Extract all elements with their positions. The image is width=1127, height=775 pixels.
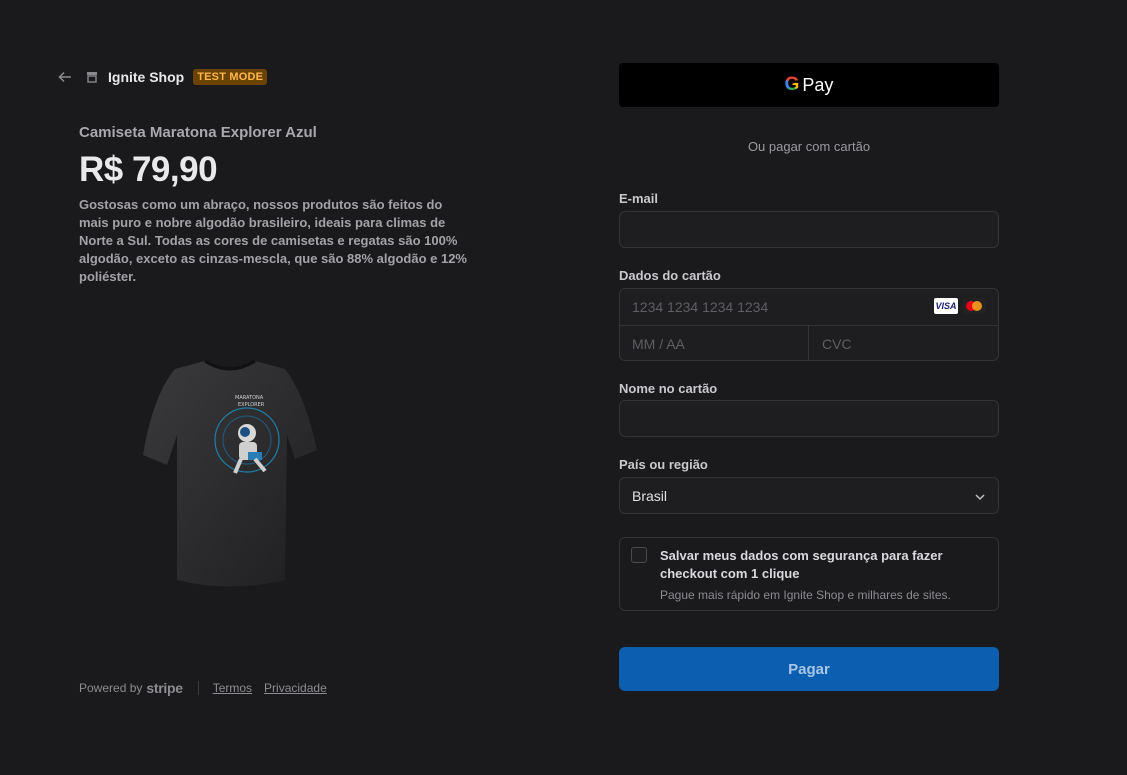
product-name: Camiseta Maratona Explorer Azul xyxy=(79,124,317,141)
save-info-title: Salvar meus dados com segurança para faz… xyxy=(660,548,943,581)
name-on-card-label: Nome no cartão xyxy=(619,381,718,396)
country-label: País ou região xyxy=(619,457,708,472)
google-pay-button[interactable]: G Pay xyxy=(619,63,999,107)
product-price: R$ 79,90 xyxy=(79,150,218,189)
t-shirt-image: MARATONA EXPLORER xyxy=(135,355,325,590)
or-pay-with-card: Ou pagar com cartão xyxy=(747,139,871,154)
privacy-link[interactable]: Privacidade xyxy=(264,681,327,695)
checkout-header: Ignite Shop TEST MODE xyxy=(58,66,268,88)
card-details-label: Dados do cartão xyxy=(619,268,721,283)
card-brands: VISA xyxy=(934,298,986,314)
email-label: E-mail xyxy=(619,191,659,206)
country-value: Brasil xyxy=(632,487,668,504)
save-info-checkbox[interactable] xyxy=(631,547,647,563)
footer: Powered by stripe Termos Privacidade xyxy=(79,680,339,696)
powered-by-label: Powered by xyxy=(79,681,143,695)
name-on-card-field[interactable] xyxy=(619,400,999,437)
card-cvc-field[interactable]: CVC xyxy=(810,326,998,361)
stripe-logo: stripe xyxy=(146,680,183,696)
card-cvc-placeholder: CVC xyxy=(822,335,852,352)
save-info-box: Salvar meus dados com segurança para faz… xyxy=(619,537,999,611)
product-description: Gostosas como um abraço, nossos produtos… xyxy=(79,197,467,284)
pay-button[interactable]: Pagar xyxy=(619,647,999,691)
svg-text:MARATONA: MARATONA xyxy=(235,395,264,401)
card-number-placeholder: 1234 1234 1234 1234 xyxy=(632,299,769,315)
back-arrow-icon[interactable] xyxy=(58,71,72,83)
card-expiry-placeholder: MM / AA xyxy=(632,335,685,352)
svg-text:EXPLORER: EXPLORER xyxy=(238,402,265,408)
card-expiry-field[interactable]: MM / AA xyxy=(620,326,809,361)
visa-icon: VISA xyxy=(934,298,958,314)
gpay-label: Pay xyxy=(802,74,834,95)
country-select[interactable]: Brasil xyxy=(619,477,999,514)
store-icon xyxy=(86,71,98,83)
email-field[interactable] xyxy=(619,211,999,248)
save-info-subtitle: Pague mais rápido em Ignite Shop e milha… xyxy=(660,588,951,602)
footer-divider xyxy=(197,681,199,695)
test-mode-badge: TEST MODE xyxy=(193,69,268,85)
shop-name: Ignite Shop xyxy=(108,69,185,85)
chevron-down-icon xyxy=(974,490,986,502)
terms-link[interactable]: Termos xyxy=(213,681,252,695)
card-details-group: 1234 1234 1234 1234 VISA MM / AA CVC xyxy=(619,288,999,361)
mastercard-icon xyxy=(962,298,986,314)
google-g-icon: G xyxy=(784,74,800,95)
powered-by-stripe[interactable]: Powered by stripe xyxy=(79,680,183,696)
